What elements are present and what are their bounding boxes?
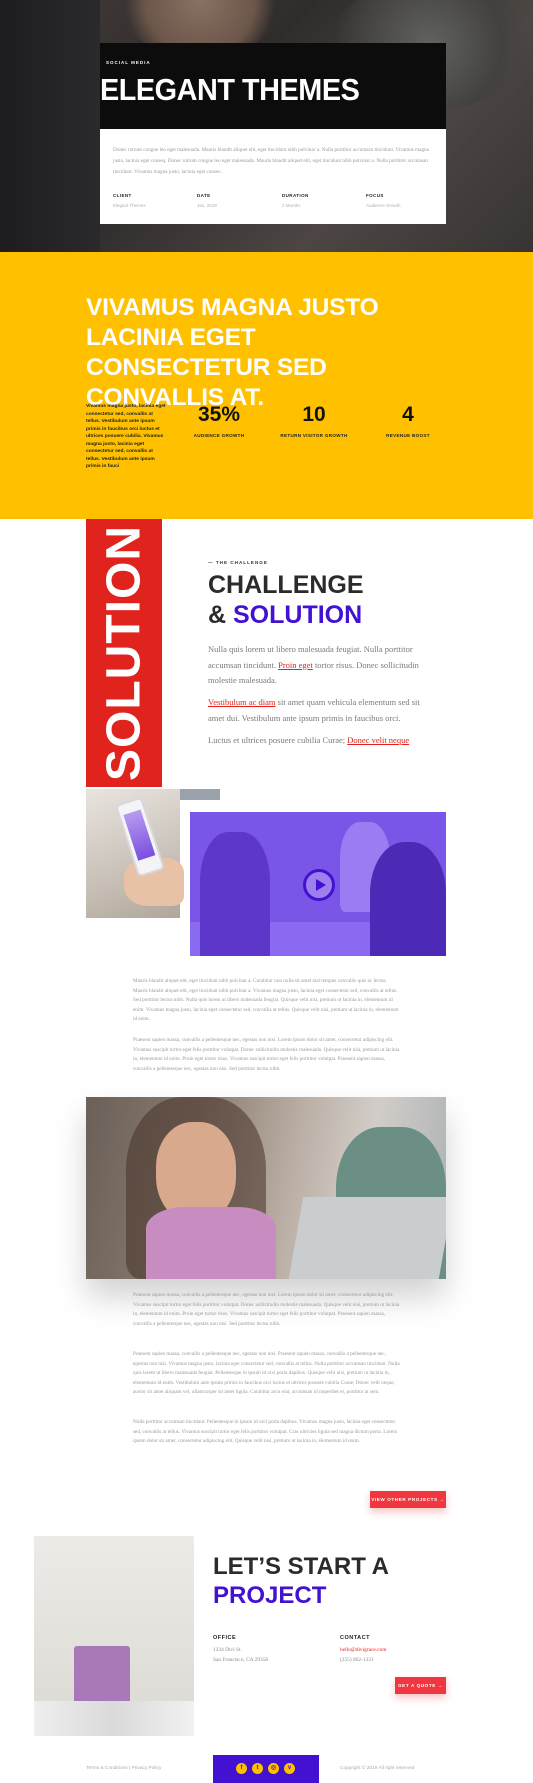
contact-title-line1: LET’S START A bbox=[213, 1553, 389, 1580]
view-projects-button[interactable]: VIEW OTHER PROJECTS → bbox=[370, 1491, 446, 1508]
stat-label: RETURN VISITOR GROWTH bbox=[280, 433, 348, 438]
stat-return-visitor: 10 RETURN VISITOR GROWTH bbox=[269, 403, 359, 438]
footer-links[interactable]: Terms & Conditions | Privacy Policy bbox=[86, 1766, 161, 1771]
challenge-paragraph-2: Vestibulum ac diam sit amet quam vehicul… bbox=[208, 695, 434, 726]
copyright: Copyright © 2019 All right reserved bbox=[340, 1766, 415, 1771]
facebook-icon[interactable]: f bbox=[236, 1763, 247, 1774]
email-link[interactable]: hello@divigrace.com bbox=[340, 1645, 386, 1655]
stats-heading: VIVAMUS MAGNA JUSTO LACINIA EGET CONSECT… bbox=[86, 294, 379, 411]
solution-vertical-word: SOLUTION bbox=[86, 519, 162, 787]
photo-shape bbox=[34, 1701, 194, 1736]
body-paragraph: Mauris blandit aliquet elit, eget tincid… bbox=[133, 978, 399, 1023]
get-quote-button[interactable]: GET A QUOTE → bbox=[395, 1677, 446, 1694]
contact-image bbox=[34, 1536, 194, 1736]
meta-value-client: Elegant Themes bbox=[113, 203, 146, 208]
stat-number: 4 bbox=[402, 403, 414, 426]
challenge-title-amp: & bbox=[208, 601, 233, 629]
phone-number: (255) 862-1331 bbox=[340, 1657, 374, 1663]
team-photo bbox=[86, 1097, 446, 1279]
footer-social-box bbox=[213, 1755, 319, 1783]
contact-title-accent: PROJECT bbox=[213, 1582, 327, 1609]
challenge-link[interactable]: Vestibulum ac diam bbox=[208, 697, 276, 707]
play-icon[interactable] bbox=[303, 869, 335, 901]
challenge-title-line2: & SOLUTION bbox=[208, 600, 364, 630]
instagram-icon[interactable]: ◎ bbox=[268, 1763, 279, 1774]
challenge-title: CHALLENGE & SOLUTION bbox=[208, 570, 364, 630]
challenge-kicker: — THE CHALLENGE bbox=[208, 560, 268, 565]
meta-label-client: CLIENT bbox=[113, 193, 132, 198]
challenge-title-line1: CHALLENGE bbox=[208, 571, 364, 599]
contact-label: CONTACT bbox=[340, 1635, 370, 1641]
body-paragraph: Nulla porttitor accumsan tincidunt. Pell… bbox=[133, 1419, 398, 1445]
challenge-link[interactable]: Donec velit neque bbox=[347, 735, 409, 745]
meta-label-duration: DURATION bbox=[282, 193, 309, 198]
hero-dark-panel bbox=[0, 0, 100, 252]
body-paragraph: Praesent sapien massa, convallis a pelle… bbox=[133, 1037, 400, 1072]
project-description: Donec rutrum congue leo eget malesuada. … bbox=[113, 147, 429, 175]
solution-word: SOLUTION bbox=[97, 525, 151, 781]
hero-kicker: SOCIAL MEDIA bbox=[106, 60, 151, 65]
stat-number: 10 bbox=[302, 403, 326, 426]
vimeo-icon[interactable]: v bbox=[284, 1763, 295, 1774]
stat-revenue-boost: 4 REVENUE BOOST bbox=[363, 403, 453, 438]
office-label: OFFICE bbox=[213, 1635, 237, 1641]
body-paragraph: Praesent sapien massa, convallis a pelle… bbox=[133, 1292, 400, 1327]
meta-label-focus: FOCUS bbox=[366, 193, 384, 198]
stats-intro: Vivamus magna justo, lacinia eget consec… bbox=[86, 404, 166, 469]
address-line: 1234 Divi St. bbox=[213, 1647, 242, 1653]
body-paragraph: Praesent sapien massa, convallis a pelle… bbox=[133, 1351, 400, 1396]
paragraph-text: Luctus et ultrices posuere cubilia Curae… bbox=[208, 735, 348, 745]
challenge-paragraph-3: Luctus et ultrices posuere cubilia Curae… bbox=[208, 733, 434, 749]
stat-label: AUDIENCE GROWTH bbox=[193, 433, 245, 438]
challenge-title-accent: SOLUTION bbox=[233, 601, 363, 629]
photo-shape bbox=[74, 1646, 130, 1704]
laptop-shape bbox=[288, 1197, 446, 1279]
office-address: 1234 Divi St. San Francisco, CA 29358 bbox=[213, 1645, 268, 1665]
meta-value-date: Jan, 2019 bbox=[197, 203, 217, 208]
person-shape bbox=[370, 842, 446, 956]
twitter-icon[interactable]: t bbox=[252, 1763, 263, 1774]
address-line: San Francisco, CA 29358 bbox=[213, 1657, 269, 1663]
meta-label-date: DATE bbox=[197, 193, 211, 198]
person-shape bbox=[200, 832, 270, 956]
photo-shape bbox=[146, 1207, 276, 1279]
meta-value-focus: Audience Growth bbox=[366, 203, 401, 208]
stat-label: REVENUE BOOST bbox=[386, 433, 430, 438]
challenge-link[interactable]: Proin eget bbox=[278, 660, 313, 670]
contact-title: LET’S START A PROJECT bbox=[213, 1552, 389, 1610]
challenge-paragraph-1: Nulla quis lorem ut libero malesuada feu… bbox=[208, 642, 434, 689]
stat-audience-growth: 35% AUDIENCE GROWTH bbox=[174, 403, 264, 438]
page-title: ELEGANT THEMES bbox=[100, 72, 360, 107]
meta-value-duration: 3 Months bbox=[282, 203, 301, 208]
stat-number: 35% bbox=[197, 403, 241, 426]
contact-details: hello@divigrace.com (255) 862-1331 bbox=[340, 1645, 386, 1665]
